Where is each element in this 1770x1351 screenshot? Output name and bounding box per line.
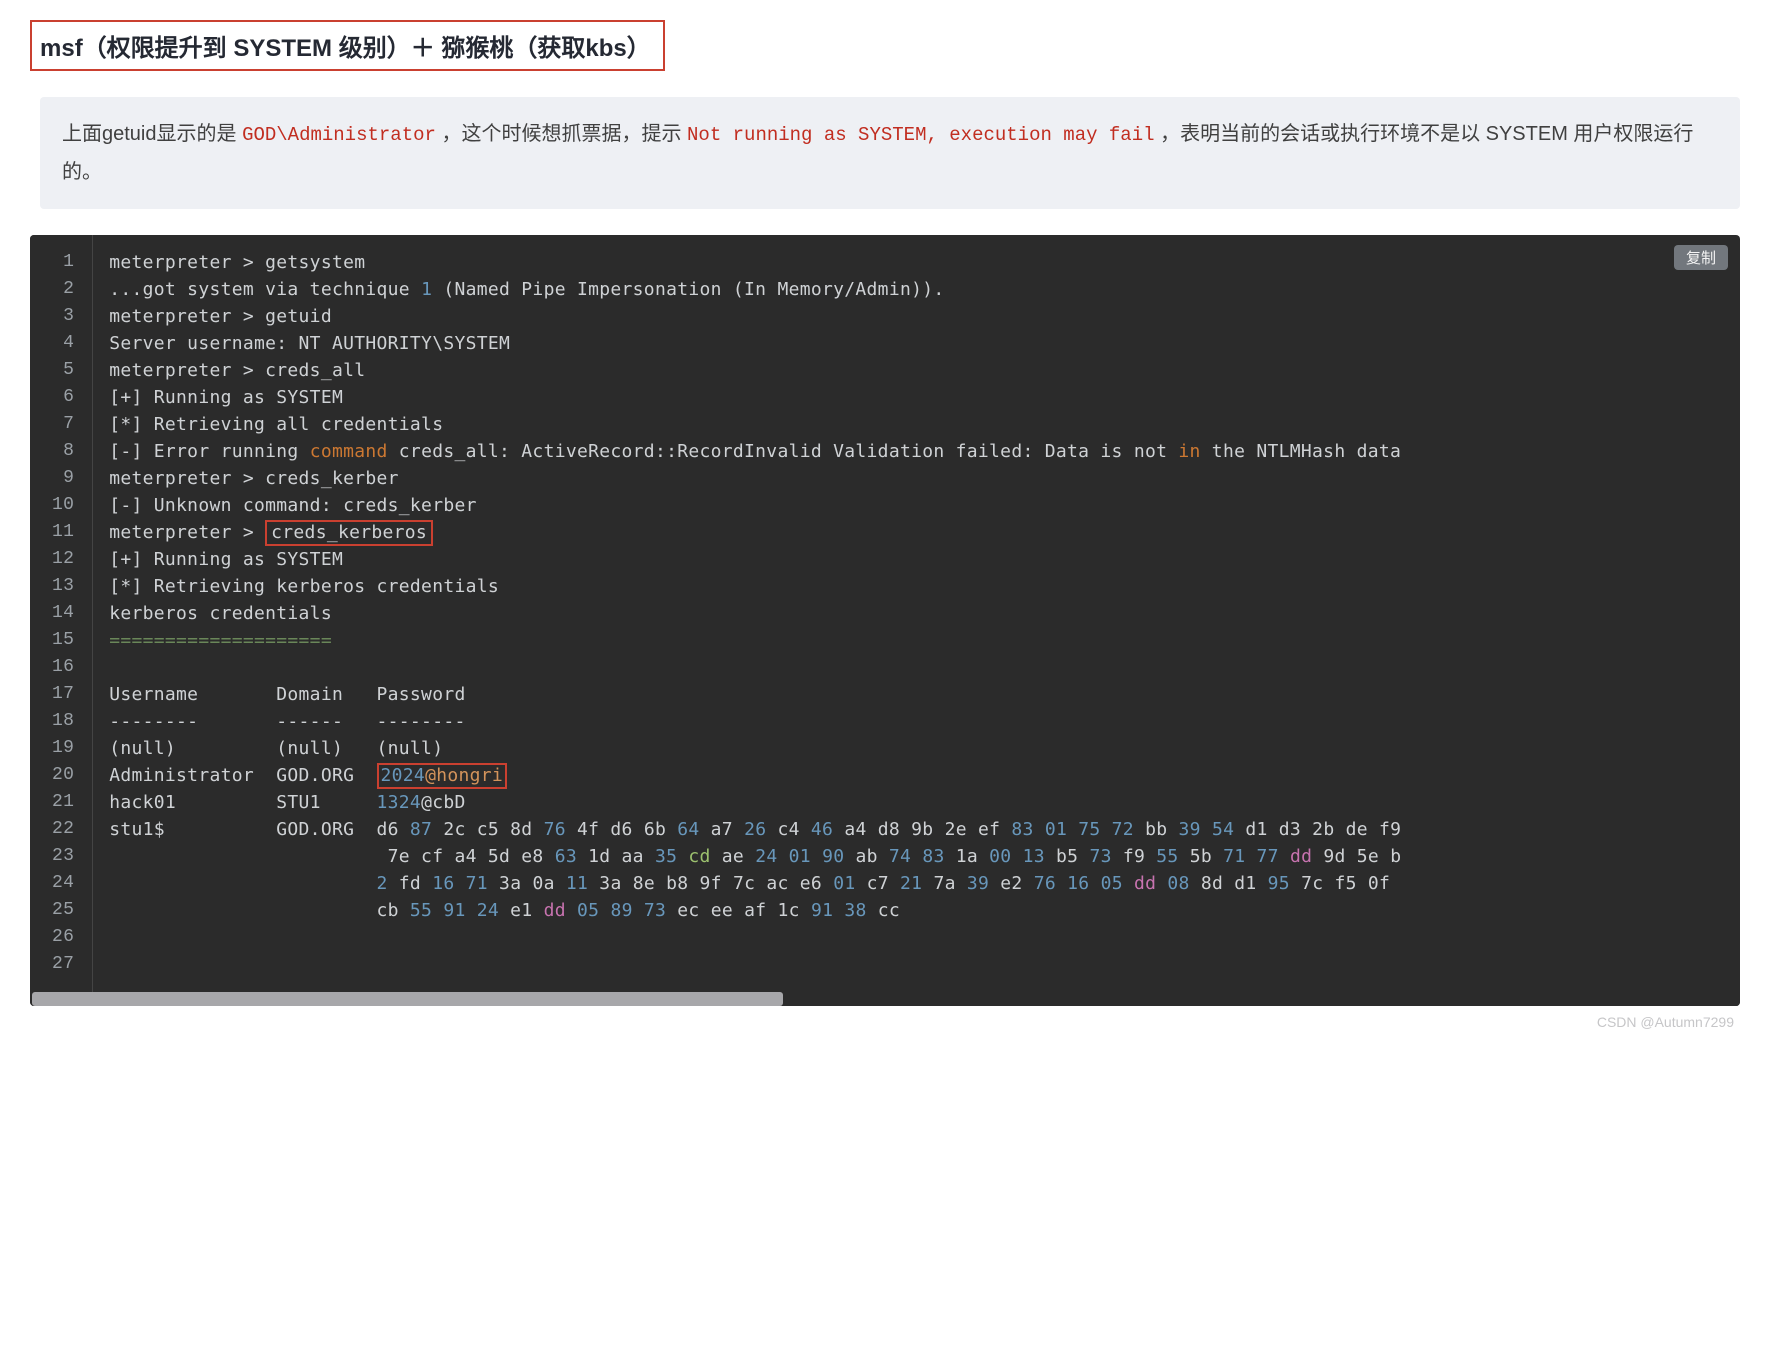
copy-button[interactable]: 复制 [1674, 245, 1728, 270]
section-title: msf（权限提升到 SYSTEM 级别）＋ 猕猴桃（获取kbs） [30, 20, 665, 71]
callout-text: 上面getuid显示的是 [62, 123, 242, 145]
code-block: 复制 1234567891011121314151617181920212223… [30, 235, 1740, 1006]
callout-block: 上面getuid显示的是 GOD\Administrator ，这个时候想抓票据… [40, 97, 1740, 209]
code-area[interactable]: 1234567891011121314151617181920212223242… [30, 235, 1740, 992]
callout-text: ，这个时候想抓票据，提示 [436, 123, 687, 145]
code-content: meterpreter > getsystem ...got system vi… [93, 235, 1740, 992]
horizontal-scrollbar[interactable] [30, 992, 1740, 1006]
callout-code2: Not running as SYSTEM, execution may fai… [687, 124, 1154, 146]
callout-code1: GOD\Administrator [242, 124, 436, 146]
footer-credit: CSDN @Autumn7299 [30, 1006, 1740, 1036]
line-gutter: 1234567891011121314151617181920212223242… [30, 235, 93, 992]
